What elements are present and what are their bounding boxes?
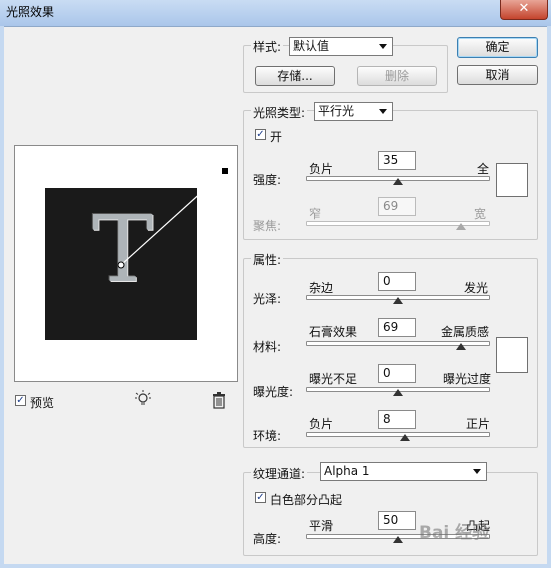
light-type-label: 光照类型: (251, 104, 308, 121)
height-input[interactable]: 50 (378, 511, 416, 530)
save-style-button[interactable]: 存储... (255, 66, 335, 86)
style-select-value: 默认值 (293, 39, 330, 53)
ambience-min-label: 负片 (309, 417, 334, 431)
exposure-min-label: 曝光不足 (309, 372, 358, 386)
ambience-label: 环境: (253, 429, 282, 443)
light-on-checkbox[interactable]: ✓ (255, 129, 266, 140)
properties-label: 属性: (251, 251, 284, 268)
cancel-button[interactable]: 取消 (457, 65, 538, 85)
light-direction-line (120, 170, 226, 266)
chevron-down-icon (473, 469, 481, 474)
intensity-slider-thumb[interactable] (393, 178, 403, 185)
light-type-select[interactable]: 平行光 (314, 102, 393, 121)
material-label: 材料: (253, 340, 282, 354)
texture-channel-select-value: Alpha 1 (324, 464, 370, 478)
light-on-label: 开 (270, 130, 283, 144)
chevron-down-icon (379, 44, 387, 49)
height-min-label: 平滑 (309, 519, 334, 533)
trash-icon[interactable] (211, 391, 227, 409)
exposure-slider-thumb[interactable] (393, 389, 403, 396)
gloss-label: 光泽: (253, 292, 282, 306)
ambience-slider-thumb[interactable] (400, 434, 411, 441)
focus-max-label: 宽 (474, 207, 487, 221)
gloss-input[interactable]: 0 (378, 272, 416, 291)
ok-button[interactable]: 确定 (457, 37, 538, 58)
ambience-max-label: 正片 (466, 417, 491, 431)
texture-channel-select[interactable]: Alpha 1 (320, 462, 487, 481)
material-input[interactable]: 69 (378, 318, 416, 337)
intensity-min-label: 负片 (309, 162, 334, 176)
ambience-slider[interactable] (306, 432, 490, 437)
light-bulb-icon[interactable] (134, 390, 152, 408)
ambience-input[interactable]: 8 (378, 410, 416, 429)
texture-channel-label: 纹理通道: (251, 465, 308, 482)
material-slider-thumb[interactable] (455, 343, 466, 350)
preview-label: 预览 (30, 396, 55, 410)
white-high-checkbox[interactable]: ✓ (255, 492, 266, 503)
focus-label: 聚焦: (253, 219, 282, 233)
exposure-max-label: 曝光过度 (443, 372, 492, 386)
chevron-down-icon (379, 109, 387, 114)
light-type-select-value: 平行光 (318, 104, 355, 118)
light-direction-handle[interactable] (222, 168, 228, 174)
intensity-label: 强度: (253, 173, 282, 187)
delete-style-button[interactable]: 删除 (357, 66, 437, 86)
watermark: Bai 经验 (419, 523, 490, 543)
exposure-label: 曝光度: (253, 385, 294, 399)
height-label: 高度: (253, 532, 282, 546)
material-min-label: 石膏效果 (309, 325, 358, 339)
exposure-input[interactable]: 0 (378, 364, 416, 383)
height-slider-thumb[interactable] (393, 536, 403, 543)
gloss-max-label: 发光 (464, 281, 489, 295)
intensity-input[interactable]: 35 (378, 151, 416, 170)
light-origin-handle[interactable] (117, 261, 125, 269)
style-label: 样式: (251, 38, 284, 55)
white-high-label: 白色部分凸起 (270, 493, 343, 507)
style-select[interactable]: 默认值 (289, 37, 393, 56)
gloss-min-label: 杂边 (309, 281, 334, 295)
gloss-slider-thumb[interactable] (393, 297, 403, 304)
preview-checkbox[interactable]: ✓ (15, 395, 26, 406)
focus-input[interactable]: 69 (378, 197, 416, 216)
light-color-swatch[interactable] (496, 163, 528, 197)
intensity-max-label: 全 (477, 162, 490, 176)
material-max-label: 金属质感 (441, 325, 490, 339)
focus-min-label: 窄 (309, 207, 322, 221)
ambient-color-swatch[interactable] (496, 337, 528, 373)
focus-slider-thumb[interactable] (455, 223, 466, 230)
